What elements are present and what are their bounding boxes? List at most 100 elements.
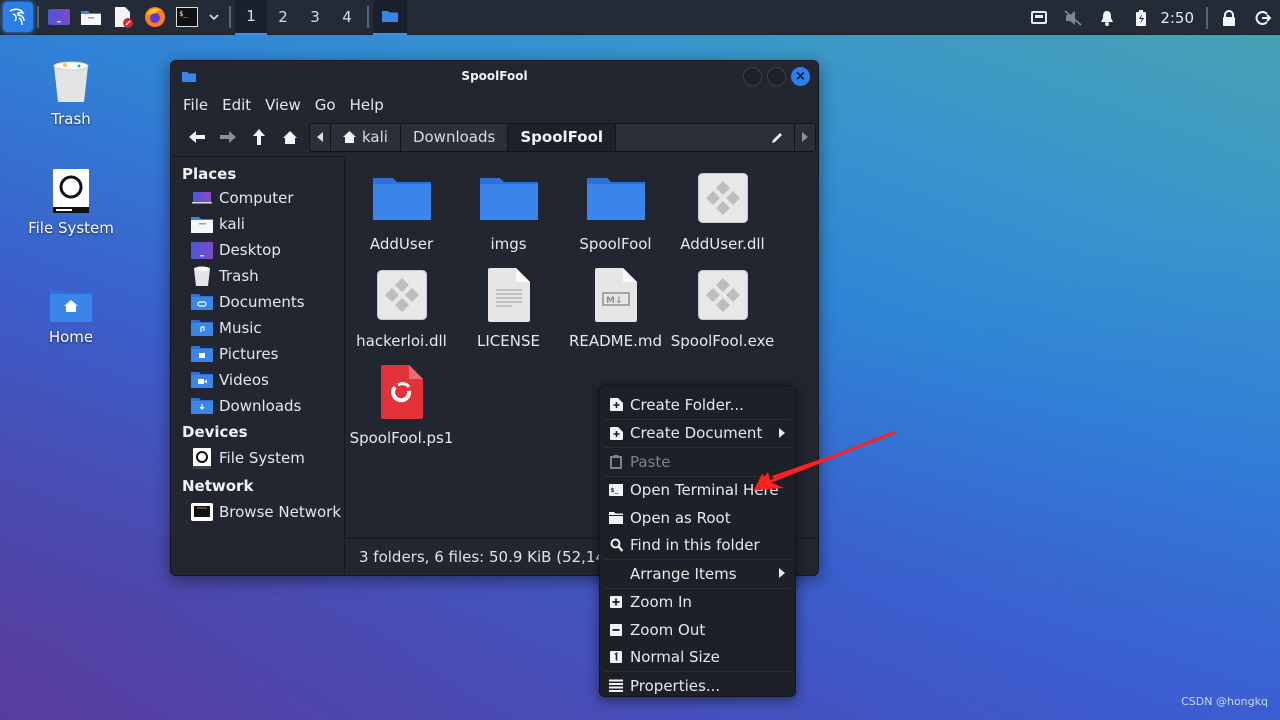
submenu-arrow-icon xyxy=(779,568,785,578)
path-segment-downloads[interactable]: Downloads xyxy=(401,123,509,151)
sidebar-item-browse-network[interactable]: Browse Network xyxy=(171,497,344,527)
menu-view[interactable]: View xyxy=(265,96,301,114)
back-button[interactable] xyxy=(181,122,212,152)
top-panel: $_ 1 2 3 4 2:50 xyxy=(0,0,1280,35)
home-button[interactable] xyxy=(274,122,305,152)
context-menu: Create Folder... Create Document Paste $… xyxy=(599,385,796,697)
menu-item-paste[interactable]: Paste xyxy=(600,448,795,476)
zoom-in-icon xyxy=(610,596,622,609)
launcher-dropdown-button[interactable] xyxy=(203,0,225,35)
desktop-icon-label: Home xyxy=(48,328,94,346)
desktop-icon-trash[interactable]: Trash xyxy=(16,58,126,128)
close-icon: × xyxy=(795,69,806,84)
paste-icon xyxy=(610,454,622,469)
file-item-script[interactable]: SpoolFool.ps1 xyxy=(348,363,455,447)
sidebar-item-music[interactable]: Music xyxy=(171,315,344,341)
file-item-folder[interactable]: SpoolFool xyxy=(562,169,669,253)
file-item-dll[interactable]: AddUser.dll xyxy=(669,169,776,253)
menu-item-create-document[interactable]: Create Document xyxy=(600,420,795,448)
file-item-markdown[interactable]: M↓ README.md xyxy=(562,266,669,350)
forward-button[interactable] xyxy=(212,122,243,152)
arrow-up-icon xyxy=(252,129,265,145)
text-editor-launcher[interactable] xyxy=(107,0,139,35)
desktop-icon-home[interactable]: Home xyxy=(16,276,126,346)
up-button[interactable] xyxy=(243,122,274,152)
sidebar-item-downloads[interactable]: Downloads xyxy=(171,393,344,419)
sidebar-item-documents[interactable]: Documents xyxy=(171,289,344,315)
menu-item-normal-size[interactable]: Normal Size xyxy=(600,644,795,672)
menu-go[interactable]: Go xyxy=(315,96,336,114)
workspace-2[interactable]: 2 xyxy=(267,0,299,35)
menu-item-label: Create Folder... xyxy=(630,395,744,414)
file-item-text[interactable]: LICENSE xyxy=(455,266,562,350)
file-item-folder[interactable]: imgs xyxy=(455,169,562,253)
menu-item-arrange-items[interactable]: Arrange Items xyxy=(600,560,795,588)
file-manager-icon xyxy=(81,11,101,25)
notifications-button[interactable] xyxy=(1090,10,1124,26)
terminal-launcher[interactable]: $_ xyxy=(171,0,203,35)
firefox-launcher[interactable] xyxy=(139,0,171,35)
submenu-arrow-icon xyxy=(779,427,785,438)
menu-item-properties[interactable]: Properties... xyxy=(600,672,795,700)
volume-button[interactable] xyxy=(1056,9,1090,26)
menu-item-create-folder[interactable]: Create Folder... xyxy=(600,391,795,419)
sidebar-item-computer[interactable]: Computer xyxy=(171,185,344,211)
menu-item-open-as-root[interactable]: Open as Root xyxy=(600,504,795,532)
folder-icon xyxy=(586,178,645,220)
menu-item-zoom-in[interactable]: Zoom In xyxy=(600,589,795,617)
workspace-1[interactable]: 1 xyxy=(235,0,267,35)
sidebar-item-trash[interactable]: Trash xyxy=(171,263,344,289)
menu-item-label: Properties... xyxy=(630,676,721,695)
path-segment-current[interactable]: SpoolFool xyxy=(508,123,617,151)
sidebar-item-kali[interactable]: kali xyxy=(171,211,344,237)
lock-screen-button[interactable] xyxy=(1212,9,1246,26)
downloads-folder-icon xyxy=(191,398,213,414)
menu-bar: File Edit View Go Help xyxy=(171,91,818,119)
file-item-folder[interactable]: AddUser xyxy=(348,169,455,253)
firefox-icon xyxy=(145,7,165,27)
taskbar-file-manager-window[interactable] xyxy=(373,0,407,35)
workspace-3[interactable]: 3 xyxy=(299,0,331,35)
path-edit-area[interactable] xyxy=(616,123,795,151)
sidebar-item-label: Pictures xyxy=(219,345,279,363)
folder-icon xyxy=(372,178,431,220)
path-segment-home[interactable]: kali xyxy=(331,123,401,151)
path-scroll-left[interactable] xyxy=(310,123,331,151)
file-manager-launcher[interactable] xyxy=(75,0,107,35)
svg-text:$_: $_ xyxy=(611,486,619,494)
close-button[interactable]: × xyxy=(791,67,810,86)
window-titlebar[interactable]: SpoolFool × xyxy=(171,61,818,91)
sidebar-item-label: File System xyxy=(219,449,305,467)
kali-menu-button[interactable] xyxy=(3,2,33,32)
minimize-button[interactable] xyxy=(743,67,762,86)
sidebar-item-label: Videos xyxy=(219,371,269,389)
file-item-dll[interactable]: hackerloi.dll xyxy=(348,266,455,350)
panel-separator xyxy=(367,6,369,28)
logout-button[interactable] xyxy=(1246,10,1280,26)
sidebar-item-label: Music xyxy=(219,319,262,337)
menu-item-open-terminal-here[interactable]: $_ Open Terminal Here xyxy=(600,477,795,505)
sidebar-item-file-system[interactable]: File System xyxy=(171,443,344,473)
sidebar-item-desktop[interactable]: Desktop xyxy=(171,237,344,263)
menu-edit[interactable]: Edit xyxy=(222,96,251,114)
network-icon xyxy=(191,503,213,521)
maximize-button[interactable] xyxy=(767,67,786,86)
show-desktop-button[interactable] xyxy=(43,0,75,35)
clock[interactable]: 2:50 xyxy=(1160,9,1194,27)
path-segment-label: kali xyxy=(362,128,388,146)
menu-item-find-in-folder[interactable]: Find in this folder xyxy=(600,532,795,560)
sidebar-item-pictures[interactable]: Pictures xyxy=(171,341,344,367)
battery-button[interactable] xyxy=(1124,9,1158,26)
file-name: imgs xyxy=(490,235,527,253)
menu-item-zoom-out[interactable]: Zoom Out xyxy=(600,616,795,644)
menu-item-label: Open as Root xyxy=(630,508,731,527)
videos-folder-icon xyxy=(191,372,213,388)
sidebar-item-videos[interactable]: Videos xyxy=(171,367,344,393)
desktop-icon-file-system[interactable]: File System xyxy=(16,167,126,237)
path-scroll-right[interactable] xyxy=(795,124,815,151)
menu-help[interactable]: Help xyxy=(350,96,384,114)
network-status-button[interactable] xyxy=(1022,10,1056,25)
menu-file[interactable]: File xyxy=(183,96,208,114)
workspace-4[interactable]: 4 xyxy=(331,0,363,35)
file-item-exe[interactable]: SpoolFool.exe xyxy=(669,266,776,350)
